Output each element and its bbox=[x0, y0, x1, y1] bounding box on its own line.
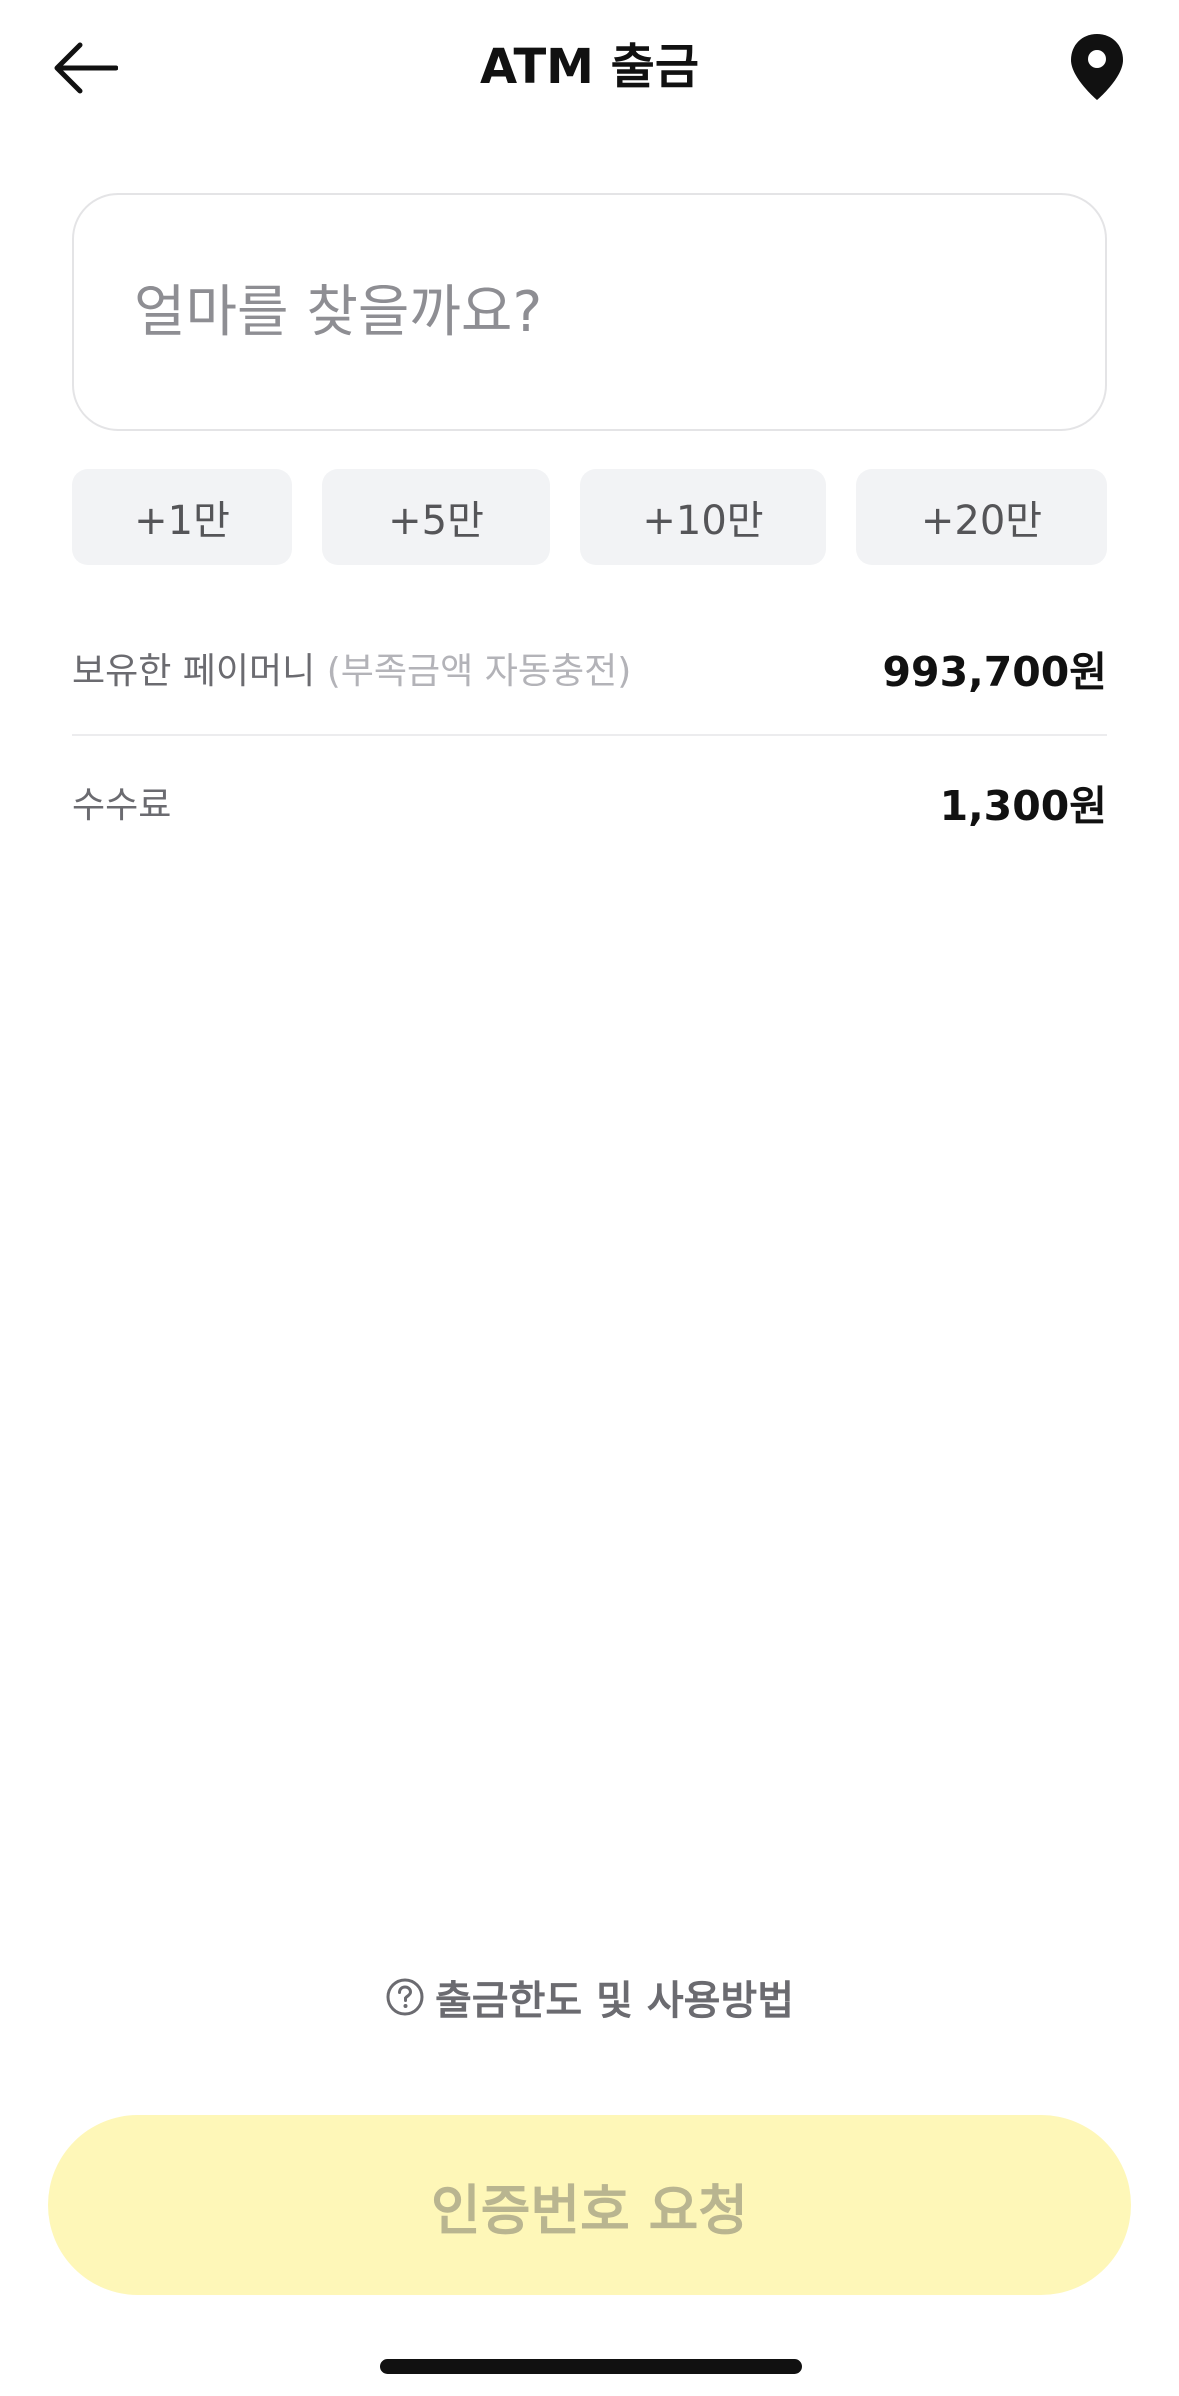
fee-row: 수수료 1,300원 bbox=[72, 770, 1107, 834]
app-header: ATM 출금 bbox=[0, 0, 1179, 135]
add-100000-button[interactable]: +10만 bbox=[580, 469, 826, 565]
quick-add-chips: +1만 +5만 +10만 +20만 bbox=[0, 469, 1179, 565]
page-title: ATM 출금 bbox=[480, 39, 699, 95]
withdrawal-help-link[interactable]: 출금한도 및 사용방법 bbox=[0, 1968, 1179, 2026]
balance-row: 보유한 페이머니 (부족금액 자동충전) 993,700원 bbox=[72, 636, 1107, 700]
location-button[interactable] bbox=[1055, 22, 1139, 112]
help-link-label: 출금한도 및 사용방법 bbox=[434, 1978, 795, 2024]
add-200000-button[interactable]: +20만 bbox=[856, 469, 1107, 565]
request-auth-code-button[interactable]: 인증번호 요청 bbox=[48, 2115, 1131, 2295]
add-10000-button[interactable]: +1만 bbox=[72, 469, 292, 565]
balance-label-group: 보유한 페이머니 (부족금액 자동충전) bbox=[72, 642, 631, 694]
fee-label: 수수료 bbox=[72, 785, 172, 826]
map-pin-icon bbox=[1071, 34, 1123, 100]
home-indicator bbox=[380, 2359, 802, 2374]
fee-value: 1,300원 bbox=[939, 782, 1107, 830]
divider bbox=[72, 734, 1107, 736]
add-50000-button[interactable]: +5만 bbox=[322, 469, 550, 565]
balance-label: 보유한 페이머니 bbox=[72, 651, 316, 692]
question-circle-icon bbox=[386, 1978, 424, 2016]
amount-field[interactable] bbox=[72, 193, 1107, 431]
balance-value: 993,700원 bbox=[882, 648, 1107, 696]
amount-input[interactable] bbox=[132, 278, 1036, 346]
auto-charge-note: (부족금액 자동충전) bbox=[326, 651, 632, 692]
